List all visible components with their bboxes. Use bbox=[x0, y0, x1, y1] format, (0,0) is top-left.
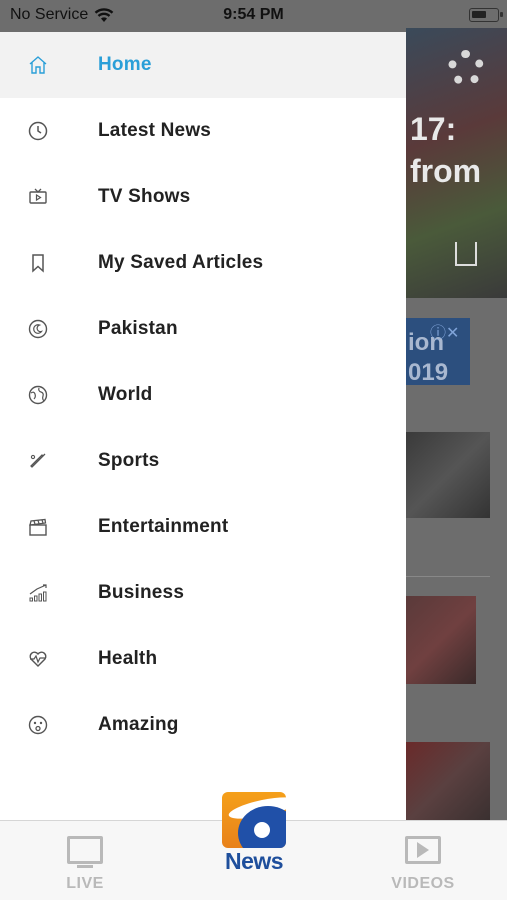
article-thumbnail[interactable] bbox=[406, 742, 490, 820]
menu-item-home[interactable]: Home bbox=[0, 32, 406, 98]
growth-chart-icon bbox=[28, 583, 48, 603]
menu-item-amazing[interactable]: Amazing bbox=[0, 692, 406, 758]
article-thumbnail[interactable] bbox=[406, 596, 476, 684]
menu-item-business[interactable]: Business bbox=[0, 560, 406, 626]
hero-headline: 17: from bbox=[410, 111, 482, 189]
menu-item-pakistan[interactable]: Pakistan bbox=[0, 296, 406, 362]
menu-item-label: Sports bbox=[98, 450, 160, 471]
tab-live[interactable]: LIVE bbox=[25, 821, 145, 900]
menu-item-label: Pakistan bbox=[98, 318, 178, 339]
tab-news[interactable]: News bbox=[222, 792, 286, 882]
divider bbox=[406, 576, 490, 577]
menu-item-health[interactable]: Health bbox=[0, 626, 406, 692]
menu-item-label: TV Shows bbox=[98, 186, 191, 207]
news-logo bbox=[222, 792, 286, 848]
menu-item-label: Health bbox=[98, 648, 158, 669]
tab-videos-label: VIDEOS bbox=[391, 875, 455, 892]
ad-close-icon[interactable]: ⓘ✕ bbox=[430, 319, 459, 343]
navigation-drawer: Home Latest News TV Shows My Saved Artic… bbox=[0, 32, 406, 820]
menu-item-latest-news[interactable]: Latest News bbox=[0, 98, 406, 164]
tab-videos[interactable]: VIDEOS bbox=[363, 821, 483, 900]
article-thumbnail[interactable] bbox=[406, 432, 490, 518]
bookmark-icon bbox=[28, 253, 48, 273]
play-icon bbox=[417, 842, 429, 858]
menu-item-sports[interactable]: Sports bbox=[0, 428, 406, 494]
home-icon bbox=[28, 55, 48, 75]
clock-time: 9:54 PM bbox=[223, 6, 284, 23]
menu-item-saved-articles[interactable]: My Saved Articles bbox=[0, 230, 406, 296]
menu-item-label: Amazing bbox=[98, 714, 179, 735]
status-bar: No Service 9:54 PM bbox=[0, 0, 507, 32]
menu-item-label: My Saved Articles bbox=[98, 252, 264, 273]
tab-news-label: News bbox=[224, 848, 284, 874]
menu-item-label: Entertainment bbox=[98, 516, 229, 537]
share-icon[interactable] bbox=[455, 242, 477, 266]
tv-icon bbox=[67, 836, 103, 864]
menu-item-label: World bbox=[98, 384, 153, 405]
tv-stand bbox=[77, 865, 93, 868]
menu-item-tv-shows[interactable]: TV Shows bbox=[0, 164, 406, 230]
tab-live-label: LIVE bbox=[66, 875, 104, 892]
tv-icon bbox=[28, 187, 48, 207]
clock-icon bbox=[28, 121, 48, 141]
menu-item-label: Home bbox=[98, 54, 152, 75]
globe-icon bbox=[28, 385, 48, 405]
menu-item-label: Business bbox=[98, 582, 185, 603]
gear-icon[interactable] bbox=[448, 50, 484, 86]
menu-item-world[interactable]: World bbox=[0, 362, 406, 428]
menu-item-label: Latest News bbox=[98, 120, 212, 141]
clapperboard-icon bbox=[28, 517, 48, 537]
menu-item-entertainment[interactable]: Entertainment bbox=[0, 494, 406, 560]
battery-icon bbox=[469, 8, 503, 22]
surprised-face-icon bbox=[28, 715, 48, 735]
crescent-icon bbox=[28, 319, 48, 339]
heartbeat-icon bbox=[28, 649, 48, 669]
cricket-bat-icon bbox=[28, 451, 48, 471]
